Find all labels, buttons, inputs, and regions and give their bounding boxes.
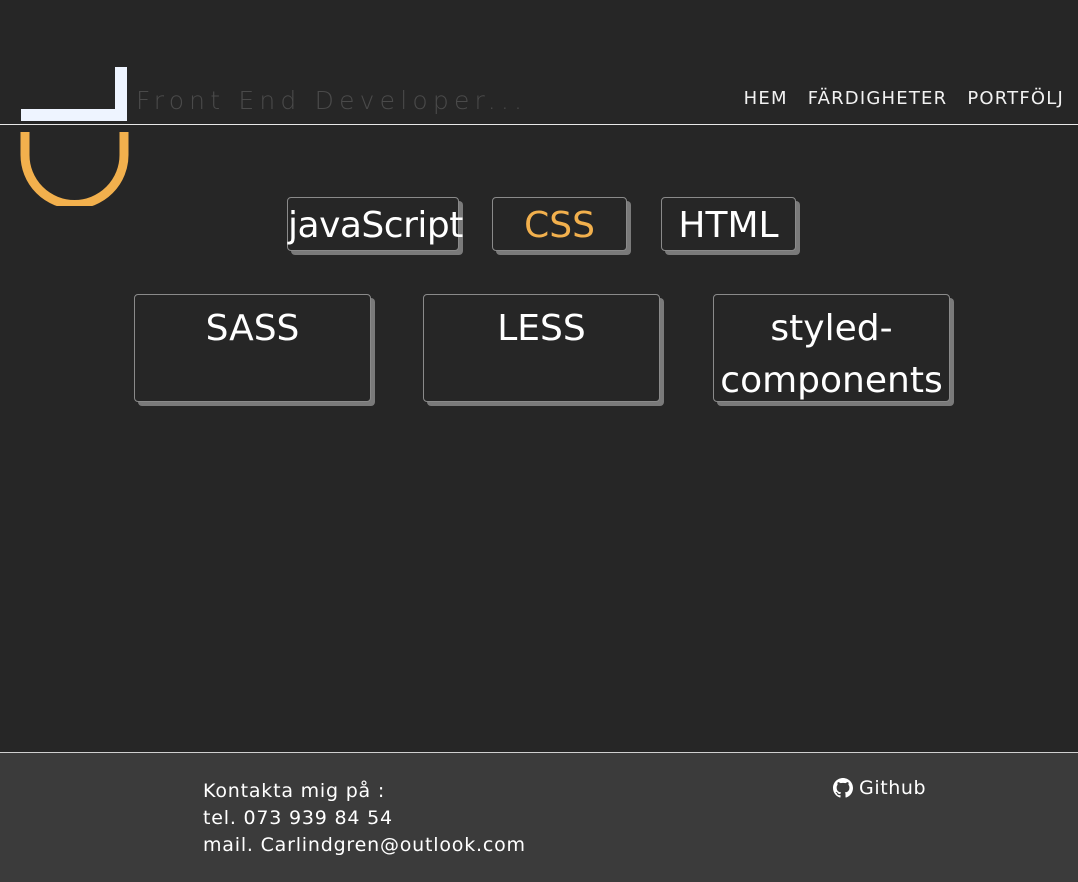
- skill-card-label-line2: components: [720, 360, 943, 401]
- footer: Kontakta mig på : tel. 073 939 84 54 mai…: [0, 752, 1078, 882]
- contact-info: Kontakta mig på : tel. 073 939 84 54 mai…: [203, 778, 526, 859]
- tab-css[interactable]: CSS: [492, 197, 627, 251]
- logo-l-horizontal: [21, 109, 127, 121]
- skill-card-less[interactable]: LESS: [423, 294, 660, 402]
- logo-l-vertical: [115, 67, 127, 121]
- contact-phone: tel. 073 939 84 54: [203, 807, 393, 829]
- contact-email: mail. Carlindgren@outlook.com: [203, 834, 526, 856]
- skill-card-label: SASS: [205, 308, 300, 349]
- github-label: Github: [859, 777, 927, 799]
- header-divider: [0, 124, 1078, 125]
- skill-card-label: LESS: [497, 308, 586, 349]
- header: Front End Developer... HEM FÄRDIGHETER P…: [0, 0, 1078, 206]
- nav-item-fardigheter[interactable]: FÄRDIGHETER: [808, 88, 948, 109]
- contact-heading: Kontakta mig på :: [203, 780, 386, 802]
- main-nav: HEM FÄRDIGHETER PORTFÖLJ: [744, 88, 1064, 109]
- tagline: Front End Developer...: [136, 86, 528, 115]
- github-icon: [833, 778, 853, 798]
- tab-html[interactable]: HTML: [661, 197, 796, 251]
- nav-item-portfolj[interactable]: PORTFÖLJ: [967, 88, 1064, 109]
- tab-javascript[interactable]: javaScript: [287, 197, 463, 251]
- skill-card-styled-components[interactable]: styled- components: [713, 294, 950, 402]
- github-link[interactable]: Github: [833, 777, 926, 799]
- page: Front End Developer... HEM FÄRDIGHETER P…: [0, 0, 1078, 882]
- logo-c-icon: [20, 132, 129, 206]
- skill-card-label-line1: styled-: [770, 308, 893, 349]
- nav-item-hem[interactable]: HEM: [744, 88, 788, 109]
- skill-card-sass[interactable]: SASS: [134, 294, 371, 402]
